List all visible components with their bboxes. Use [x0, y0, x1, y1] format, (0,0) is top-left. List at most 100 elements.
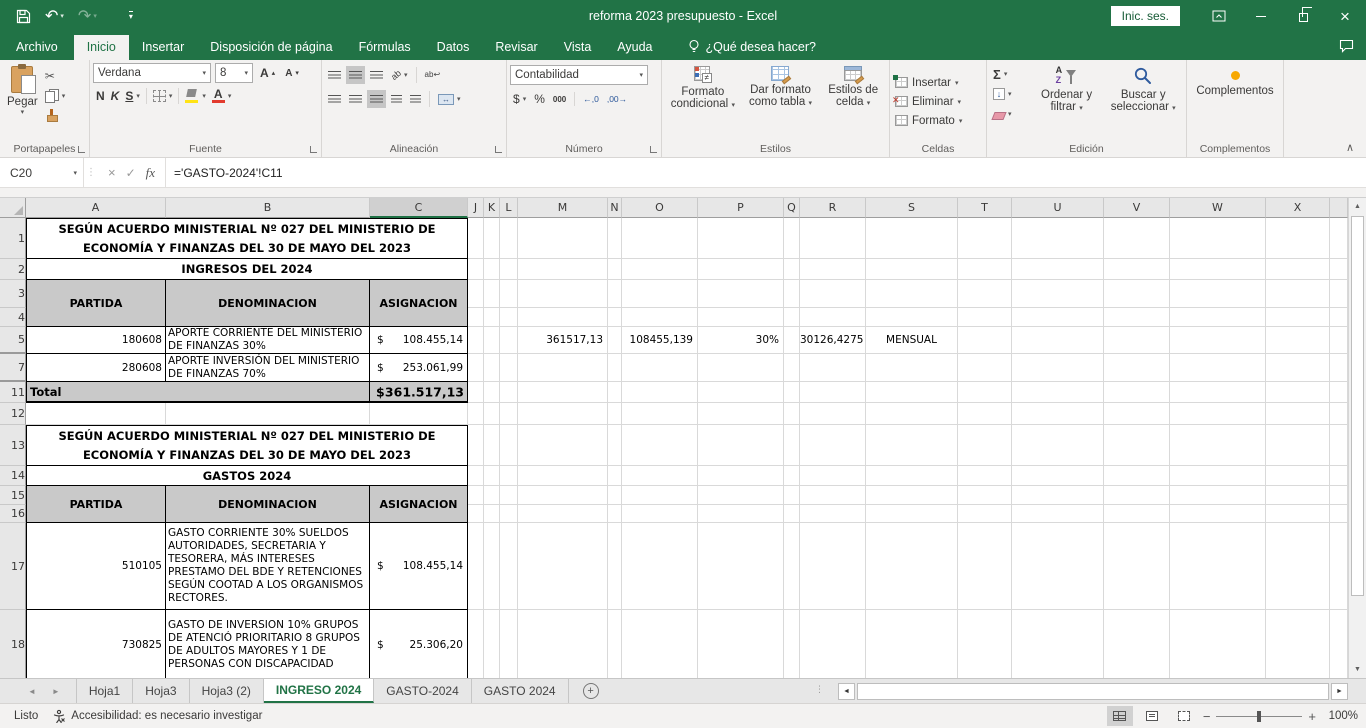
ribbon-tab-datos[interactable]: Datos	[424, 35, 483, 60]
cell[interactable]	[1170, 425, 1266, 466]
cell[interactable]	[468, 308, 484, 327]
formula-input[interactable]: ='GASTO-2024'!C11	[166, 158, 1366, 187]
cell[interactable]	[1266, 259, 1330, 280]
cell[interactable]	[608, 610, 622, 678]
row-header-4[interactable]: 4	[0, 308, 26, 327]
save-icon[interactable]	[16, 9, 31, 24]
cell[interactable]	[958, 382, 1012, 403]
cell[interactable]	[958, 280, 1012, 308]
cell[interactable]	[468, 354, 484, 382]
cell[interactable]	[1330, 403, 1348, 425]
cell-B3-denominacion[interactable]: DENOMINACION	[166, 280, 370, 327]
cell[interactable]	[698, 308, 784, 327]
undo-button[interactable]: ↶▾	[45, 8, 64, 24]
cell[interactable]	[500, 486, 518, 505]
cell-C7[interactable]: $253.061,99	[370, 354, 468, 382]
cell[interactable]	[518, 354, 608, 382]
cell[interactable]	[500, 259, 518, 280]
zoom-slider[interactable]	[1216, 716, 1302, 717]
cell[interactable]	[608, 425, 622, 466]
cell[interactable]	[622, 403, 698, 425]
cell[interactable]	[800, 382, 866, 403]
enter-icon[interactable]: ✓	[126, 166, 136, 180]
cell-A2-subtitle[interactable]: INGRESOS DEL 2024	[26, 259, 468, 280]
cell[interactable]	[468, 382, 484, 403]
cell[interactable]	[866, 610, 958, 678]
cell[interactable]	[1170, 466, 1266, 486]
cell[interactable]	[698, 218, 784, 259]
row-header-15[interactable]: 15	[0, 486, 26, 505]
cell[interactable]	[500, 610, 518, 678]
cell[interactable]	[698, 382, 784, 403]
collapse-ribbon-icon[interactable]: ∧	[1346, 141, 1354, 154]
cell-A3-partida[interactable]: PARTIDA	[26, 280, 166, 327]
cell[interactable]	[518, 523, 608, 610]
cell[interactable]	[1104, 218, 1170, 259]
cell[interactable]	[468, 327, 484, 354]
cell[interactable]	[800, 505, 866, 523]
cell[interactable]	[866, 308, 958, 327]
cell[interactable]	[1012, 466, 1104, 486]
cell-B15-denominacion[interactable]: DENOMINACION	[166, 486, 370, 523]
column-header-P[interactable]: P	[698, 198, 784, 218]
cell[interactable]	[1330, 523, 1348, 610]
percent-style-button[interactable]: %	[531, 90, 548, 108]
font-size-combo[interactable]: 8▾	[215, 63, 253, 83]
cell[interactable]	[484, 280, 500, 308]
cell[interactable]	[468, 486, 484, 505]
cell[interactable]	[958, 505, 1012, 523]
cell[interactable]	[1330, 486, 1348, 505]
cell[interactable]	[608, 486, 622, 505]
cell[interactable]	[1330, 610, 1348, 678]
cell[interactable]	[958, 308, 1012, 327]
cell[interactable]	[1330, 382, 1348, 403]
cell[interactable]	[484, 505, 500, 523]
vertical-scrollbar[interactable]: ▲ ▼	[1348, 198, 1366, 678]
sheet-nav-left-icon[interactable]: ◄	[28, 687, 36, 696]
view-page-break-button[interactable]	[1171, 706, 1197, 726]
cell[interactable]	[484, 425, 500, 466]
cell[interactable]	[1170, 610, 1266, 678]
cell[interactable]	[26, 403, 166, 425]
cell[interactable]	[800, 425, 866, 466]
cell[interactable]	[484, 610, 500, 678]
select-all-corner[interactable]	[0, 198, 26, 218]
column-header-V[interactable]: V	[1104, 198, 1170, 218]
decrease-indent-button[interactable]	[388, 90, 405, 108]
format-painter-button[interactable]	[42, 107, 69, 125]
cell[interactable]	[784, 354, 800, 382]
cell[interactable]	[518, 218, 608, 259]
row-header-11[interactable]: 11	[0, 382, 26, 403]
cell[interactable]	[1266, 280, 1330, 308]
cell[interactable]	[468, 425, 484, 466]
cell[interactable]	[1330, 466, 1348, 486]
cell[interactable]	[622, 280, 698, 308]
bold-button[interactable]: N	[93, 87, 108, 105]
tell-me-search[interactable]: ¿Qué desea hacer?	[688, 39, 817, 60]
cell[interactable]	[698, 280, 784, 308]
cell[interactable]	[1104, 308, 1170, 327]
ribbon-tab-ayuda[interactable]: Ayuda	[604, 35, 665, 60]
cell[interactable]	[1170, 308, 1266, 327]
cell[interactable]	[1266, 425, 1330, 466]
cell[interactable]	[1012, 382, 1104, 403]
cell-O5[interactable]: 108455,139	[622, 327, 698, 354]
cell[interactable]	[1266, 610, 1330, 678]
cell[interactable]	[784, 505, 800, 523]
cell[interactable]	[1330, 218, 1348, 259]
cell[interactable]	[500, 308, 518, 327]
cell[interactable]	[958, 466, 1012, 486]
cell[interactable]	[784, 523, 800, 610]
column-header-Q[interactable]: Q	[784, 198, 800, 218]
underline-button[interactable]: S▾	[122, 87, 143, 105]
cell[interactable]	[622, 466, 698, 486]
cell-A5[interactable]: 180608	[26, 327, 166, 354]
cell-M5[interactable]: 361517,13	[518, 327, 608, 354]
row-header-14[interactable]: 14	[0, 466, 26, 486]
tab-split-handle[interactable]: ⋮	[815, 684, 825, 695]
cell-B18[interactable]: GASTO DE INVERSION 10% GRUPOS DE ATENCIÓ…	[166, 610, 370, 678]
cell[interactable]	[1266, 523, 1330, 610]
redo-button[interactable]: ↷▾	[78, 8, 97, 24]
ribbon-tab-revisar[interactable]: Revisar	[482, 35, 550, 60]
font-dialog-launcher-icon[interactable]	[310, 146, 317, 153]
